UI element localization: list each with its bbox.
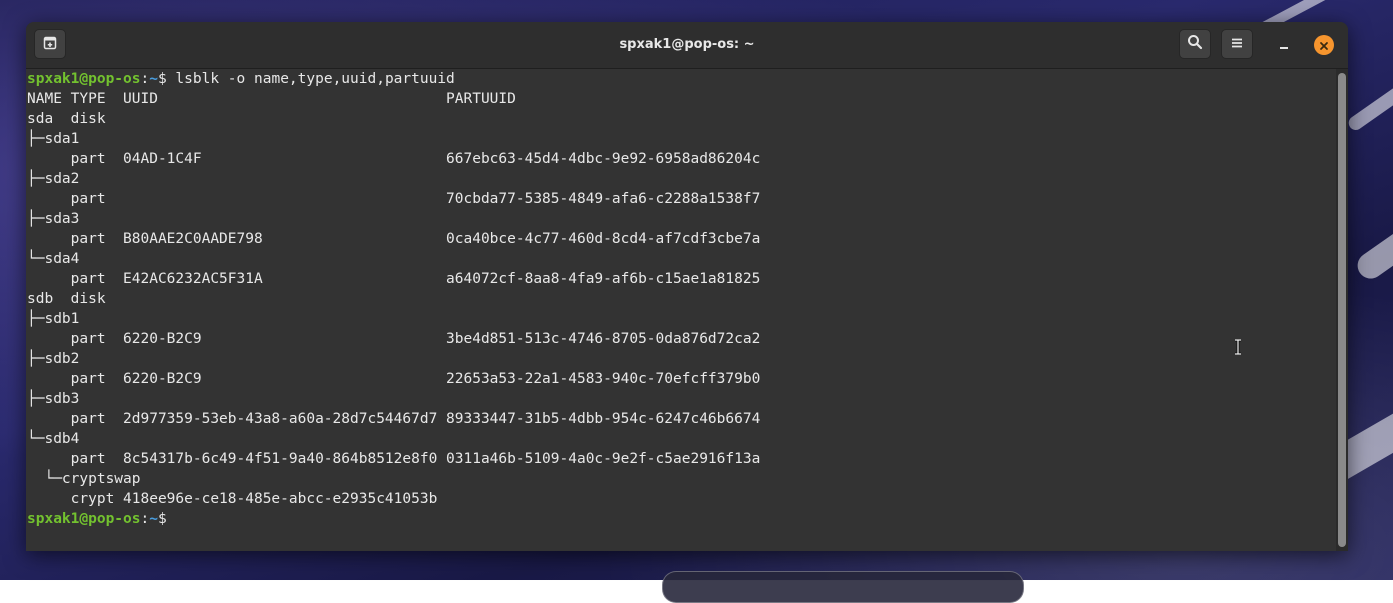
prompt-path: ~ — [149, 71, 158, 87]
titlebar: spxak1@pop-os: ~ — [26, 22, 1348, 69]
scrollbar[interactable] — [1336, 69, 1348, 551]
prompt-dollar: $ — [158, 511, 167, 527]
text-cursor-icon — [1233, 339, 1243, 355]
prompt-user-host: spxak1@pop-os — [27, 71, 141, 87]
scrollbar-thumb[interactable] — [1338, 73, 1346, 547]
prompt-colon: : — [141, 511, 150, 527]
prompt-line: spxak1@pop-os:~$ — [27, 509, 1336, 529]
output-line: ├─sdb3 — [27, 389, 1336, 409]
close-button[interactable] — [1314, 35, 1334, 55]
window-title: spxak1@pop-os: ~ — [26, 22, 1348, 68]
output-line: part 6220-B2C9 3be4d851-513c-4746-8705-0… — [27, 329, 1336, 349]
terminal-output[interactable]: spxak1@pop-os:~$ lsblk -o name,type,uuid… — [26, 69, 1336, 551]
prompt-dollar: $ — [158, 71, 167, 87]
terminal-window: spxak1@pop-os: ~ — [26, 22, 1348, 551]
output-line: part 6220-B2C9 22653a53-22a1-4583-940c-7… — [27, 369, 1336, 389]
minimize-button[interactable] — [1274, 35, 1294, 55]
prompt-colon: : — [141, 71, 150, 87]
output-line: └─sda4 — [27, 249, 1336, 269]
menu-button[interactable] — [1221, 29, 1253, 59]
command-text: lsblk -o name,type,uuid,partuuid — [167, 71, 455, 87]
output-line: sdb disk — [27, 289, 1336, 309]
output-line: ├─sdb2 — [27, 349, 1336, 369]
output-line: part 70cbda77-5385-4849-afa6-c2288a1538f… — [27, 189, 1336, 209]
output-line: sda disk — [27, 109, 1336, 129]
output-line: crypt 418ee96e-ce18-485e-abcc-e2935c4105… — [27, 489, 1336, 509]
prompt-user-host: spxak1@pop-os — [27, 511, 141, 527]
new-tab-icon — [43, 35, 57, 54]
output-line: part 2d977359-53eb-43a8-a60a-28d7c54467d… — [27, 409, 1336, 429]
output-line: ├─sdb1 — [27, 309, 1336, 329]
hamburger-menu-icon — [1230, 35, 1244, 54]
output-line: └─sdb4 — [27, 429, 1336, 449]
new-tab-button[interactable] — [34, 29, 66, 59]
output-line: part 04AD-1C4F 667ebc63-45d4-4dbc-9e92-6… — [27, 149, 1336, 169]
output-line: part B80AAE2C0AADE798 0ca40bce-4c77-460d… — [27, 229, 1336, 249]
output-line: └─cryptswap — [27, 469, 1336, 489]
output-line: NAME TYPE UUID PARTUUID — [27, 89, 1336, 109]
wallpaper-stripe — [1346, 41, 1393, 133]
output-line: part E42AC6232AC5F31A a64072cf-8aa8-4fa9… — [27, 269, 1336, 289]
search-icon — [1187, 34, 1203, 54]
minimize-icon — [1278, 36, 1290, 55]
prompt-path: ~ — [149, 511, 158, 527]
wallpaper-stripe — [1353, 194, 1393, 284]
dock[interactable] — [662, 571, 1024, 603]
output-line: ├─sda2 — [27, 169, 1336, 189]
output-line: part 8c54317b-6c49-4f51-9a40-864b8512e8f… — [27, 449, 1336, 469]
command-line: spxak1@pop-os:~$ lsblk -o name,type,uuid… — [27, 69, 1336, 89]
close-icon — [1319, 36, 1329, 55]
output-line: ├─sda1 — [27, 129, 1336, 149]
search-button[interactable] — [1179, 29, 1211, 59]
output-line: ├─sda3 — [27, 209, 1336, 229]
